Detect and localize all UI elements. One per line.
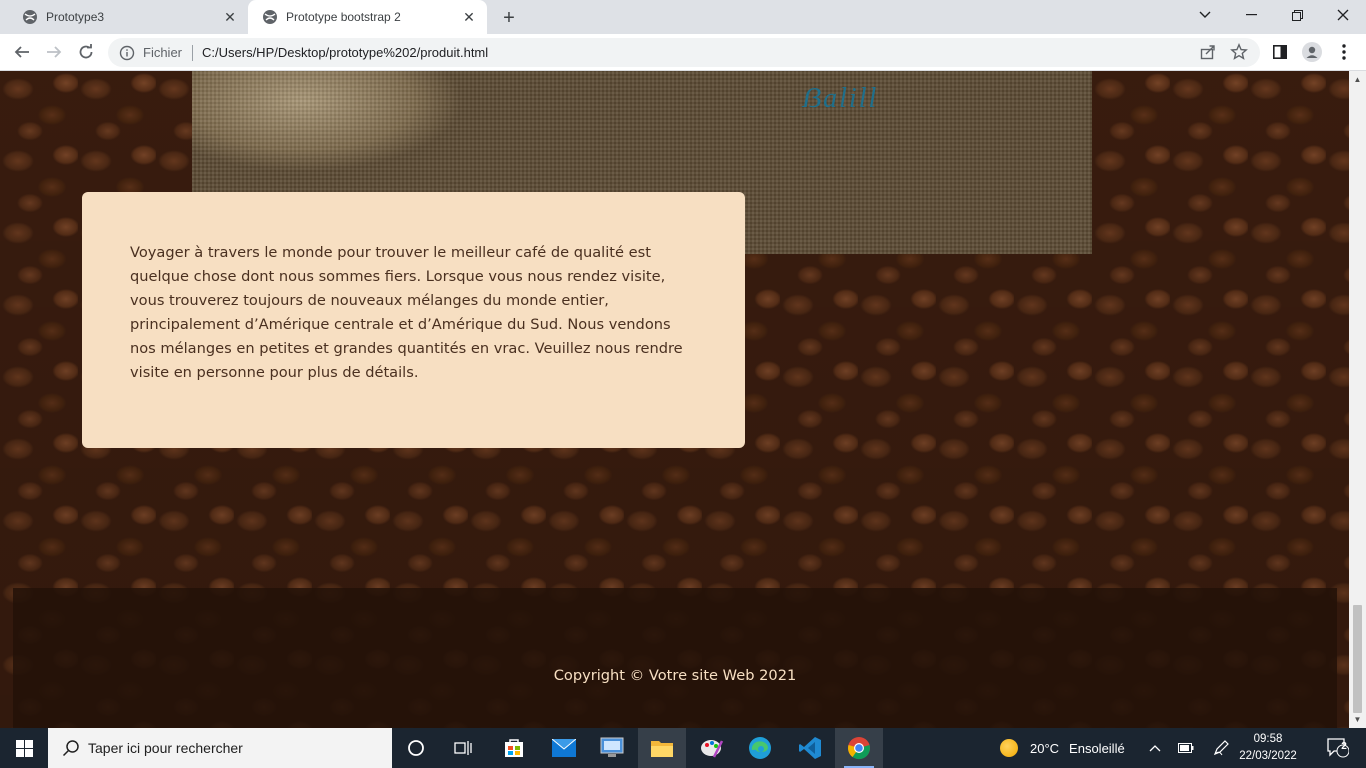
divider	[192, 44, 194, 61]
close-window-button[interactable]	[1320, 0, 1366, 30]
store-icon[interactable]	[490, 728, 538, 768]
page-scrollbar[interactable]: ▲ ▼	[1349, 71, 1366, 728]
tab-title: Prototype bootstrap 2	[286, 10, 401, 24]
cortana-icon[interactable]	[392, 728, 440, 768]
side-panel-icon[interactable]	[1270, 42, 1290, 62]
notification-center-icon[interactable]: 2	[1318, 728, 1358, 768]
close-tab-icon[interactable]: ✕	[220, 7, 240, 27]
info-icon[interactable]	[119, 45, 135, 61]
forward-arrow-icon[interactable]	[41, 39, 67, 65]
share-icon[interactable]	[1200, 44, 1216, 60]
windows-taskbar: Taper ici pour rechercher 20°C Ensoleill…	[0, 728, 1366, 768]
copyright-text: Copyright © Votre site Web 2021	[553, 667, 797, 684]
reload-icon[interactable]	[73, 39, 99, 65]
weather-widget[interactable]: 20°C Ensoleillé	[1000, 728, 1125, 768]
tab-prototype3[interactable]: Prototype3 ✕	[8, 0, 248, 34]
paint-icon[interactable]	[688, 728, 736, 768]
intro-text: Voyager à travers le monde pour trouver …	[130, 244, 683, 381]
remote-desktop-icon[interactable]	[588, 728, 636, 768]
profile-icon[interactable]	[1302, 42, 1322, 62]
address-bar[interactable]: Fichier C:/Users/HP/Desktop/prototype%20…	[108, 38, 1260, 67]
task-view-icon[interactable]	[440, 728, 488, 768]
browser-toolbar: Fichier C:/Users/HP/Desktop/prototype%20…	[0, 34, 1366, 71]
chrome-icon[interactable]	[835, 728, 883, 768]
back-arrow-icon[interactable]	[9, 39, 35, 65]
battery-icon[interactable]	[1173, 728, 1199, 768]
file-explorer-icon[interactable]	[638, 728, 686, 768]
close-tab-icon[interactable]: ✕	[459, 7, 479, 27]
scroll-down-icon[interactable]: ▼	[1349, 711, 1366, 728]
scroll-up-icon[interactable]: ▲	[1349, 71, 1366, 88]
system-clock[interactable]: 09:58 22/03/2022	[1238, 731, 1298, 765]
intro-card: Voyager à travers le monde pour trouver …	[82, 192, 745, 448]
windows-start-icon[interactable]	[0, 728, 48, 768]
url-text: C:/Users/HP/Desktop/prototype%202/produi…	[202, 45, 489, 60]
vscode-icon[interactable]	[786, 728, 834, 768]
globe-icon	[263, 10, 277, 24]
search-placeholder: Taper ici pour rechercher	[88, 740, 243, 756]
restore-button[interactable]	[1274, 0, 1320, 30]
globe-icon	[23, 10, 37, 24]
page-viewport: ẞalill Voyager à travers le monde pour t…	[0, 71, 1349, 728]
scrollbar-thumb[interactable]	[1353, 605, 1362, 713]
sack-label: ẞalill	[802, 83, 879, 114]
mail-icon[interactable]	[540, 728, 588, 768]
show-hidden-icons-chevron-icon[interactable]	[1142, 728, 1168, 768]
edge-icon[interactable]	[736, 728, 784, 768]
notification-count: 2	[1341, 741, 1347, 752]
taskbar-search-box[interactable]: Taper ici pour rechercher	[48, 728, 392, 768]
clock-date: 22/03/2022	[1239, 750, 1297, 762]
tab-prototype-bootstrap-2[interactable]: Prototype bootstrap 2 ✕	[248, 0, 487, 34]
tab-strip: Prototype3 ✕ Prototype bootstrap 2 ✕ +	[0, 0, 1366, 34]
scheme-label: Fichier	[143, 45, 183, 60]
tab-search-chevron-icon[interactable]	[1182, 0, 1228, 30]
tab-title: Prototype3	[46, 10, 105, 24]
kebab-menu-icon[interactable]	[1334, 42, 1354, 62]
minimize-button[interactable]	[1228, 0, 1274, 30]
new-tab-button[interactable]: +	[498, 7, 520, 29]
search-icon	[62, 740, 79, 757]
sun-icon	[1000, 739, 1018, 757]
pen-icon[interactable]	[1208, 728, 1234, 768]
weather-condition: Ensoleillé	[1069, 740, 1125, 756]
star-icon[interactable]	[1230, 43, 1248, 61]
clock-time: 09:58	[1253, 733, 1283, 745]
weather-temperature: 20°C	[1030, 740, 1060, 756]
footer: Copyright © Votre site Web 2021	[13, 588, 1337, 728]
